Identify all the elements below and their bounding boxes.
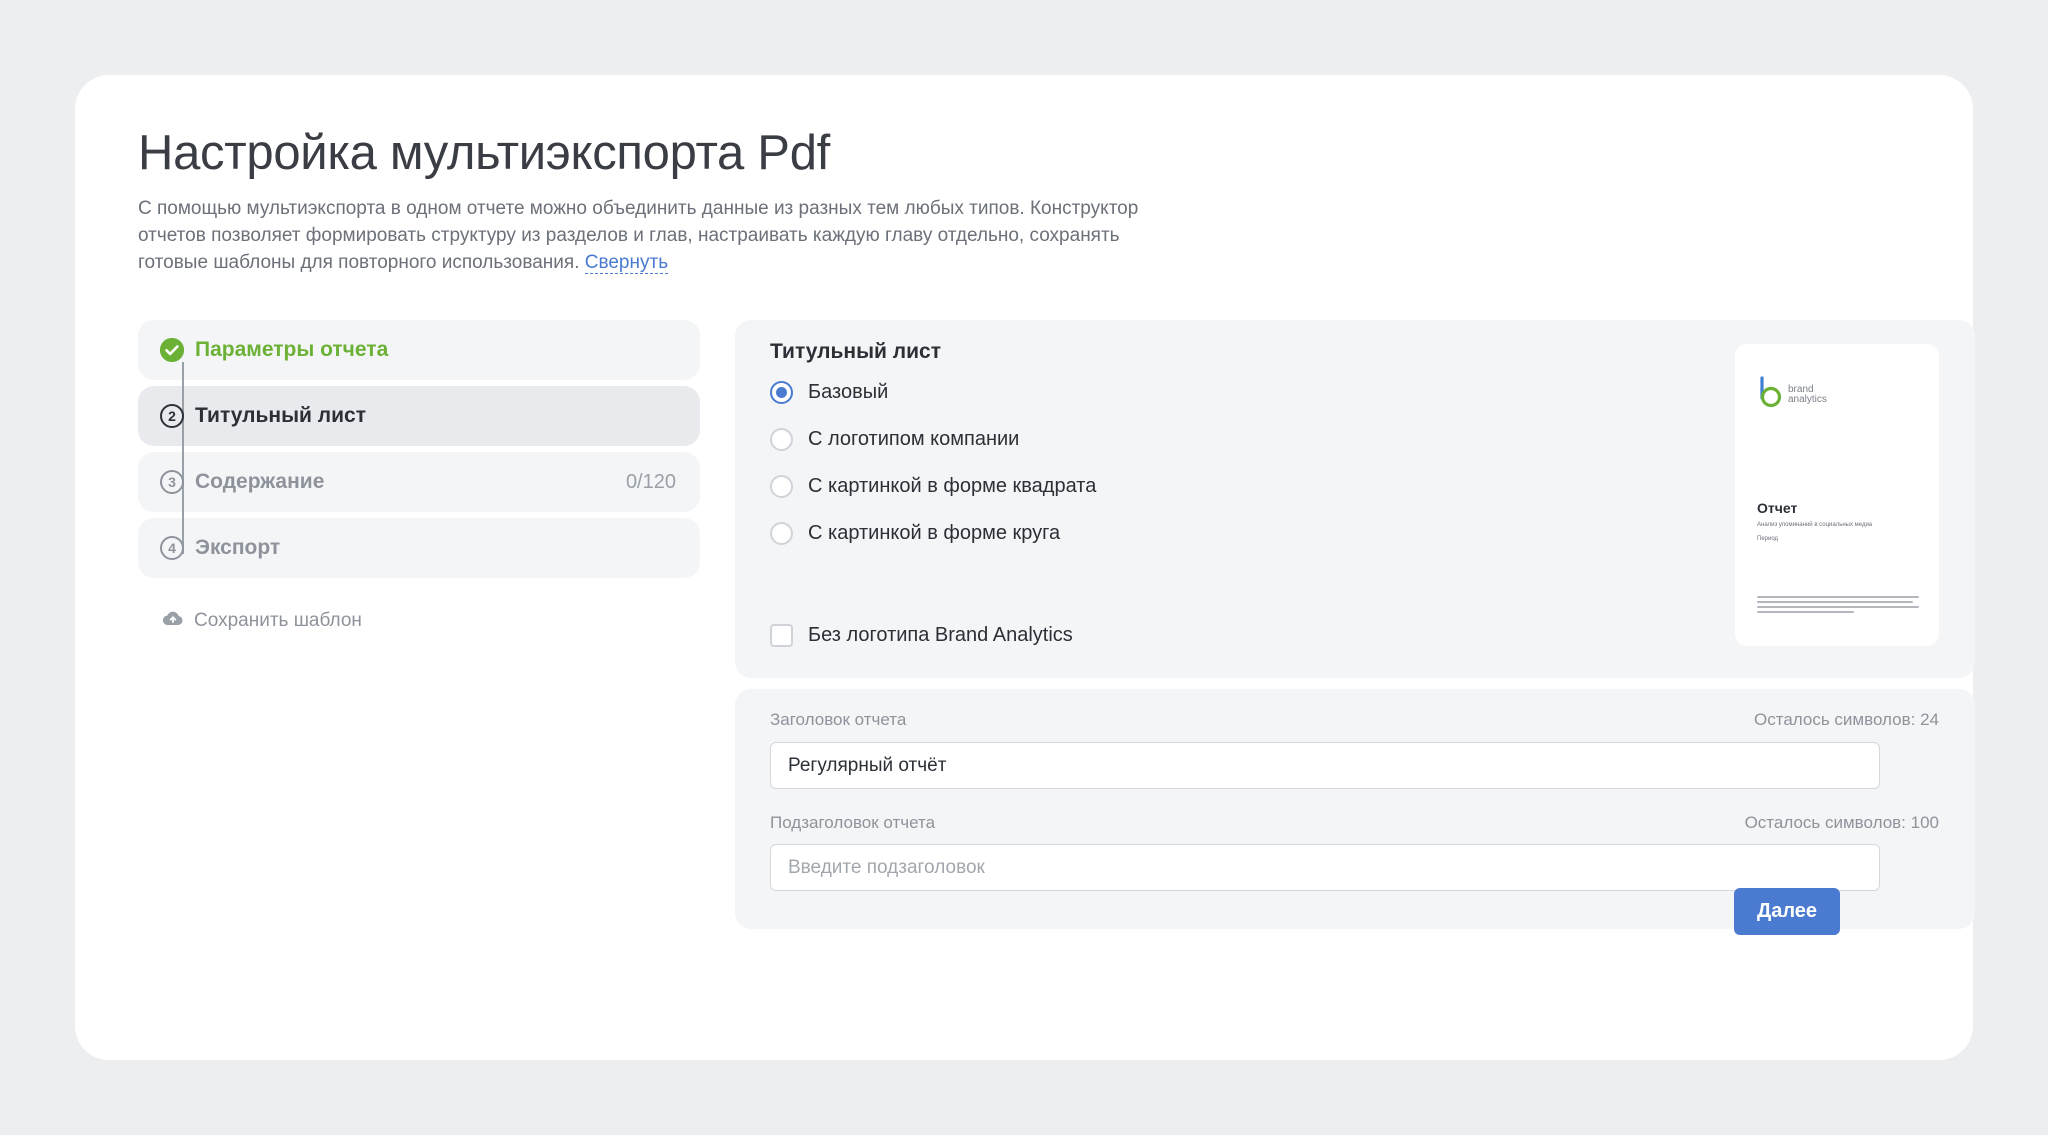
preview-logo: brand analytics xyxy=(1757,376,1827,413)
radio-label: Базовый xyxy=(808,381,889,403)
no-logo-option[interactable]: Без логотипа Brand Analytics xyxy=(770,624,1073,647)
step-export[interactable]: 4 Экспорт xyxy=(138,518,700,578)
radio-circle-image[interactable]: С картинкой в форме круга xyxy=(770,522,1060,545)
page-title: Настройка мультиэкспорта Pdf xyxy=(138,126,830,180)
logo-line-2: analytics xyxy=(1788,393,1827,405)
step-connector xyxy=(182,362,184,554)
step-label: Титульный лист xyxy=(195,404,366,427)
next-button[interactable]: Далее xyxy=(1734,888,1840,935)
report-subtitle-label: Подзаголовок отчета xyxy=(770,813,936,832)
report-title-counter: Осталось символов: 24 xyxy=(1754,710,1939,729)
report-title-input[interactable] xyxy=(770,742,1880,789)
title-page-panel: Титульный лист Базовый С логотипом компа… xyxy=(735,320,1975,678)
radio-label: С картинкой в форме круга xyxy=(808,522,1061,544)
no-logo-checkbox[interactable] xyxy=(770,624,793,647)
step-number: 2 xyxy=(160,404,184,428)
radio-button[interactable] xyxy=(770,428,793,451)
page-description: С помощью мультиэкспорта в одном отчете … xyxy=(138,195,1158,276)
step-number: 3 xyxy=(160,470,184,494)
step-label: Содержание xyxy=(195,470,325,493)
radio-basic[interactable]: Базовый xyxy=(770,381,888,404)
step-label: Параметры отчета xyxy=(195,338,389,361)
save-template-button[interactable]: Сохранить шаблон xyxy=(162,610,362,632)
title-page-heading: Титульный лист xyxy=(770,340,941,363)
preview-title: Отчет xyxy=(1757,500,1798,516)
step-number: 4 xyxy=(160,536,184,560)
logo-line-1: brand xyxy=(1788,383,1814,395)
radio-button[interactable] xyxy=(770,475,793,498)
report-subtitle-input[interactable] xyxy=(770,844,1880,891)
collapse-link[interactable]: Свернуть xyxy=(584,252,669,274)
check-circle-icon xyxy=(160,338,184,362)
title-page-preview: brand analytics Отчет Анализ упоминаний … xyxy=(1735,344,1939,646)
checkbox-label: Без логотипа Brand Analytics xyxy=(808,624,1073,646)
preview-period: Период xyxy=(1757,536,1779,542)
preview-subtitle: Анализ упоминаний в социальных медиа xyxy=(1757,522,1873,528)
radio-label: С картинкой в форме квадрата xyxy=(808,475,1097,497)
step-title-page[interactable]: 2 Титульный лист xyxy=(138,386,700,446)
steps-nav: Параметры отчета 2 Титульный лист 3 Соде… xyxy=(138,320,700,584)
preview-fine-print xyxy=(1757,596,1919,616)
step-label: Экспорт xyxy=(195,536,281,559)
radio-company-logo[interactable]: С логотипом компании xyxy=(770,428,1019,451)
preview-logo-text: brand analytics xyxy=(1788,383,1827,405)
step-report-params[interactable]: Параметры отчета xyxy=(138,320,700,380)
radio-button[interactable] xyxy=(770,381,793,404)
radio-button[interactable] xyxy=(770,522,793,545)
save-template-label: Сохранить шаблон xyxy=(194,610,362,631)
report-subtitle-counter: Осталось символов: 100 xyxy=(1744,813,1939,832)
main-card: Настройка мультиэкспорта Pdf С помощью м… xyxy=(75,75,1975,1060)
cloud-upload-icon xyxy=(162,610,184,632)
brand-analytics-logo-icon xyxy=(1757,376,1785,413)
step-contents[interactable]: 3 Содержание 0/120 xyxy=(138,452,700,512)
step-count: 0/120 xyxy=(625,470,676,493)
radio-label: С логотипом компании xyxy=(808,428,1020,450)
report-title-label: Заголовок отчета xyxy=(770,710,907,729)
radio-square-image[interactable]: С картинкой в форме квадрата xyxy=(770,475,1096,498)
